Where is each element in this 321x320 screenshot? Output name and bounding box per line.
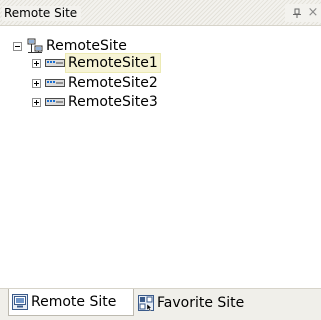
tree-node-remotesite3[interactable]: RemoteSite3 — [32, 92, 161, 112]
tab-label: Favorite Site — [157, 294, 245, 311]
pin-icon[interactable] — [289, 5, 305, 21]
tab-favorite-site[interactable]: Favorite Site — [135, 290, 265, 315]
server-icon — [45, 57, 65, 69]
tree-node-remotesite2[interactable]: RemoteSite2 — [32, 73, 161, 93]
tree-node-label: RemoteSite2 — [68, 75, 158, 91]
panel-titlebar: Remote Site × — [0, 0, 321, 26]
remote-site-tab-icon — [12, 294, 28, 310]
server-icon — [45, 96, 65, 108]
favorite-site-tab-icon — [138, 294, 154, 311]
expand-icon[interactable] — [32, 58, 41, 68]
expand-icon[interactable] — [32, 97, 41, 107]
site-tree: RemoteSite RemoteSite1 RemoteSite2 Remot… — [0, 26, 321, 286]
tree-node-label: RemoteSite1 — [65, 53, 161, 73]
network-icon — [27, 38, 43, 54]
panel-tab-strip: Remote Site Favorite Site — [0, 288, 321, 320]
tree-node-label: RemoteSite3 — [68, 94, 158, 110]
panel-controls: × — [285, 4, 321, 22]
server-icon — [45, 77, 65, 89]
tab-remote-site[interactable]: Remote Site — [8, 289, 134, 316]
collapse-icon[interactable] — [13, 41, 22, 51]
tree-node-remotesite1[interactable]: RemoteSite1 — [32, 53, 161, 73]
close-icon[interactable]: × — [305, 5, 321, 21]
tab-label: Remote Site — [31, 294, 117, 310]
panel-title: Remote Site — [2, 6, 82, 21]
expand-icon[interactable] — [32, 78, 41, 88]
